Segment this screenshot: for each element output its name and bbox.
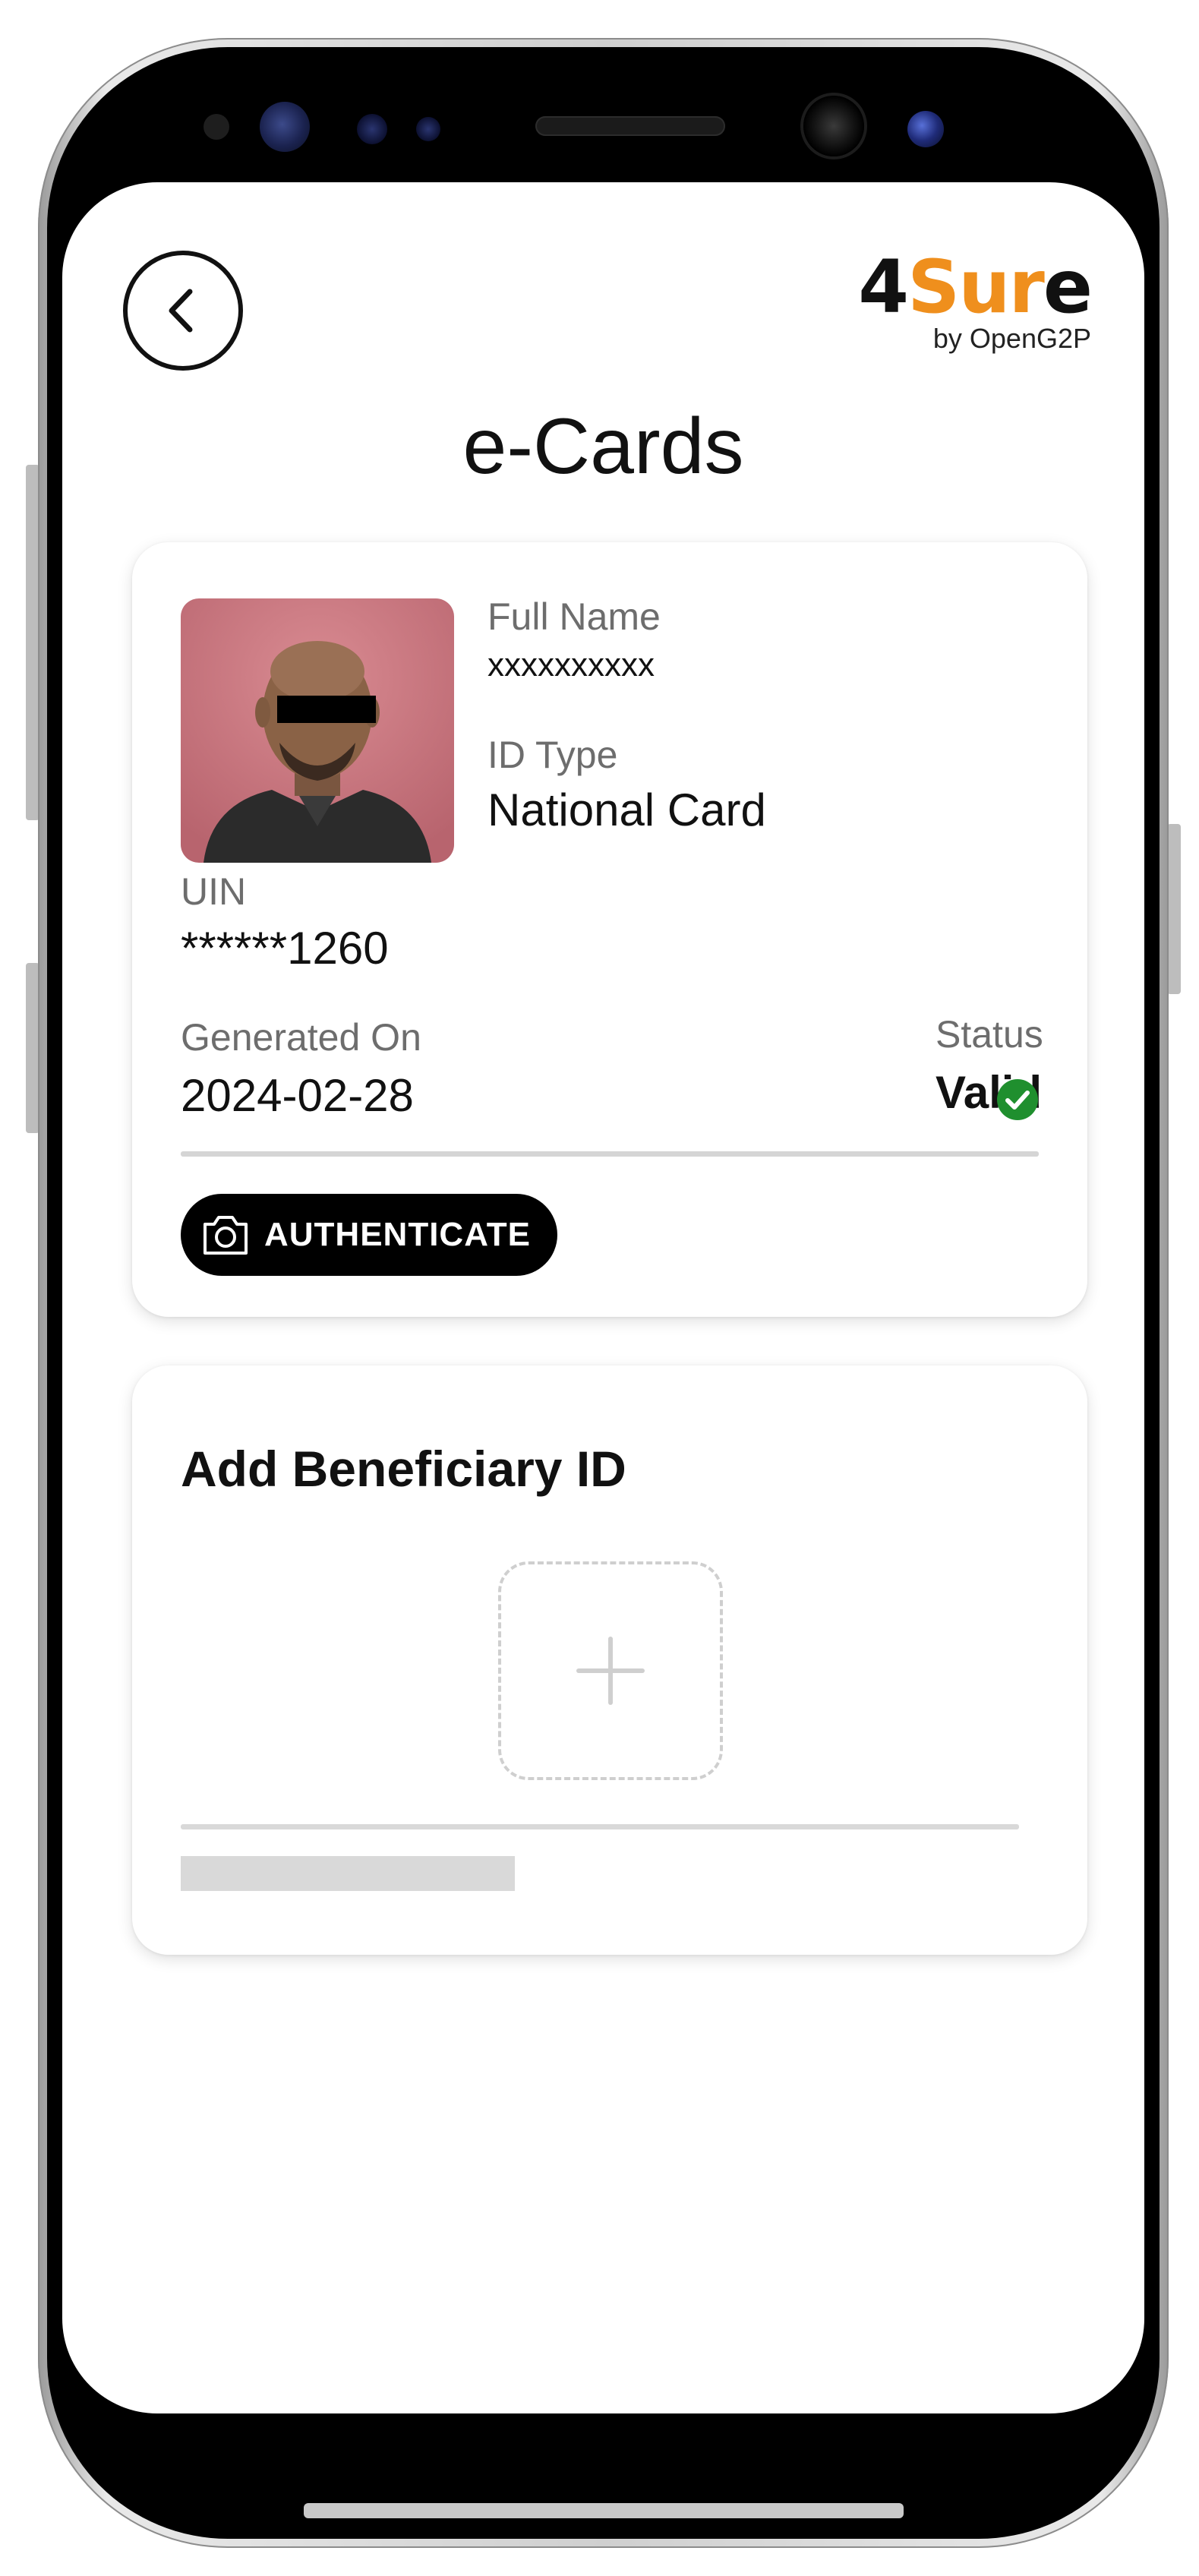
app-screen: 4Sure by OpenG2P e-Cards Full Name xxxxx… <box>62 182 1144 2413</box>
earpiece-speaker <box>535 116 725 136</box>
device-mockup: 4Sure by OpenG2P e-Cards Full Name xxxxx… <box>0 0 1199 2576</box>
status-label: Status <box>936 1013 1043 1056</box>
front-sensor <box>907 111 944 147</box>
generated-on-value: 2024-02-28 <box>181 1070 414 1121</box>
add-beneficiary-card: Add Beneficiary ID <box>132 1365 1087 1955</box>
full-name-label: Full Name <box>487 595 661 638</box>
generated-on-label: Generated On <box>181 1016 421 1059</box>
loading-placeholder <box>181 1856 515 1891</box>
id-type-label: ID Type <box>487 734 618 776</box>
proximity-sensor-1 <box>357 114 387 144</box>
ecard-card: Full Name xxxxxxxxxx ID Type National Ca… <box>132 542 1087 1317</box>
authenticate-button[interactable]: AUTHENTICATE <box>181 1194 557 1276</box>
add-beneficiary-button[interactable] <box>498 1561 723 1780</box>
add-beneficiary-title: Add Beneficiary ID <box>181 1441 626 1497</box>
card-divider <box>181 1151 1039 1157</box>
iris-sensor <box>260 102 310 152</box>
profile-photo <box>181 598 454 863</box>
plus-icon <box>576 1637 645 1705</box>
brand-logo: 4Sure by OpenG2P <box>848 245 1093 363</box>
chevron-left-icon <box>169 289 193 333</box>
back-button[interactable] <box>123 251 243 371</box>
card-divider <box>181 1824 1019 1829</box>
proximity-sensor-2 <box>416 117 440 141</box>
page-title: e-Cards <box>462 402 744 491</box>
authenticate-label: AUTHENTICATE <box>264 1216 531 1253</box>
id-type-value: National Card <box>487 784 766 835</box>
uin-value: ******1260 <box>181 923 389 974</box>
bottom-edge <box>304 2503 904 2518</box>
full-name-value: xxxxxxxxxx <box>487 646 655 683</box>
check-circle-icon <box>997 1079 1038 1120</box>
power-button <box>1167 824 1181 994</box>
front-camera <box>803 96 864 156</box>
sensor-dot <box>204 114 229 140</box>
uin-label: UIN <box>181 870 247 913</box>
camera-icon <box>204 1216 248 1255</box>
brand-wordmark: 4Sure <box>858 245 1093 330</box>
